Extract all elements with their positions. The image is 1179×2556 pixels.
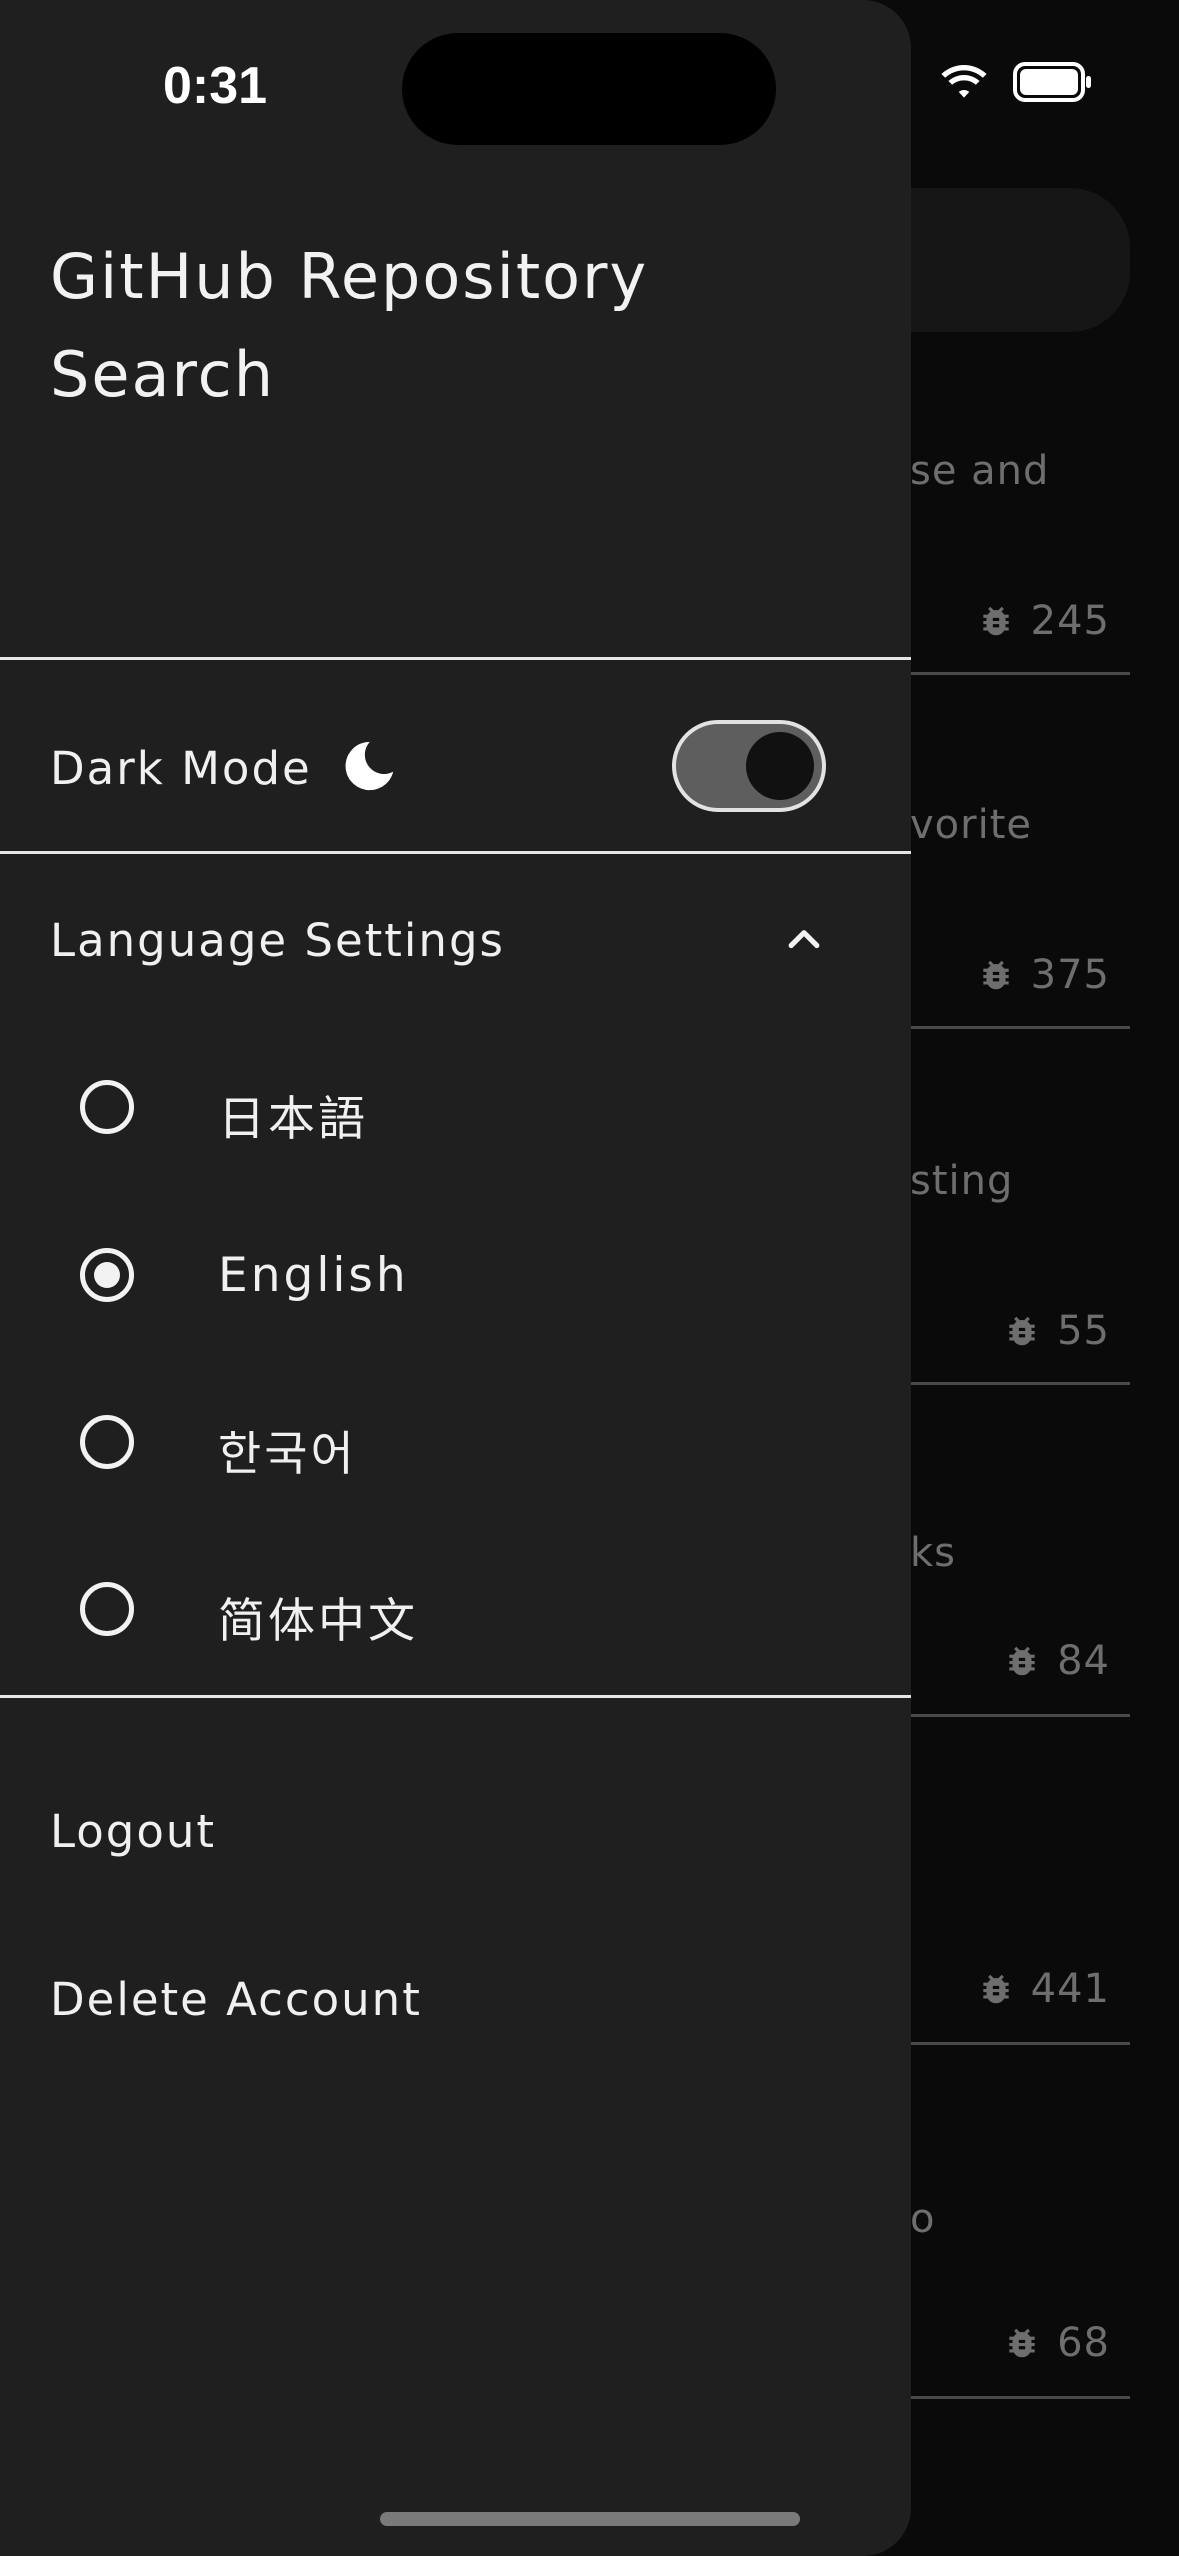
repo-description: ks bbox=[910, 1530, 957, 1576]
divider bbox=[0, 1695, 911, 1698]
moon-icon bbox=[345, 741, 394, 791]
divider bbox=[910, 1714, 1130, 1717]
bug-icon bbox=[1009, 1646, 1035, 1676]
radio-button[interactable] bbox=[80, 1080, 134, 1134]
language-option-japanese[interactable]: 日本語 bbox=[0, 1048, 911, 1168]
dark-mode-label: Dark Mode bbox=[50, 742, 312, 795]
dynamic-island bbox=[402, 33, 776, 145]
logout-button[interactable]: Logout bbox=[50, 1805, 216, 1858]
language-option-korean[interactable]: 한국어 bbox=[0, 1383, 911, 1503]
radio-button[interactable] bbox=[80, 1415, 134, 1469]
bug-icon bbox=[1009, 2328, 1035, 2358]
dark-mode-toggle[interactable] bbox=[672, 720, 826, 812]
language-option-english[interactable]: English bbox=[0, 1216, 911, 1336]
chevron-up-icon[interactable] bbox=[782, 918, 826, 962]
divider bbox=[0, 657, 911, 660]
language-option-chinese[interactable]: 简体中文 bbox=[0, 1550, 911, 1670]
issue-count: 68 bbox=[1003, 2320, 1110, 2366]
divider bbox=[910, 2396, 1130, 2399]
issue-count: 375 bbox=[977, 952, 1110, 998]
issue-count-value: 375 bbox=[1030, 952, 1110, 998]
repo-description: se and bbox=[910, 448, 1050, 494]
radio-button[interactable] bbox=[80, 1582, 134, 1636]
issue-count: 245 bbox=[977, 598, 1110, 644]
issue-count-value: 441 bbox=[1030, 1966, 1110, 2012]
issue-count-value: 84 bbox=[1057, 1638, 1110, 1684]
home-indicator bbox=[380, 2512, 800, 2526]
bug-icon bbox=[982, 1974, 1009, 2004]
screen: se and 245 vorite 375 sting 55 ks 84 441… bbox=[0, 0, 1179, 2556]
issue-count: 441 bbox=[977, 1966, 1110, 2012]
repo-description: sting bbox=[910, 1158, 1014, 1204]
bug-icon bbox=[1009, 1316, 1035, 1346]
issue-count: 84 bbox=[1003, 1638, 1110, 1684]
repo-description: o bbox=[910, 2196, 936, 2242]
wifi-icon bbox=[941, 65, 987, 98]
divider bbox=[910, 1382, 1130, 1385]
toggle-knob bbox=[746, 732, 814, 800]
bug-icon bbox=[982, 960, 1009, 990]
divider bbox=[0, 851, 911, 854]
language-option-label: English bbox=[218, 1248, 409, 1303]
navigation-drawer: 0:31 GitHub Repository Search Dark Mode … bbox=[0, 0, 911, 2556]
language-option-label: 日本語 bbox=[218, 1092, 368, 1147]
divider bbox=[910, 672, 1130, 675]
issue-count-value: 68 bbox=[1057, 2320, 1110, 2366]
divider bbox=[910, 1026, 1130, 1029]
language-settings-label: Language Settings bbox=[50, 914, 505, 967]
language-option-label: 한국어 bbox=[218, 1427, 357, 1482]
issue-count: 55 bbox=[1003, 1308, 1110, 1354]
delete-account-button[interactable]: Delete Account bbox=[50, 1973, 422, 2026]
bug-icon bbox=[982, 606, 1009, 636]
drawer-title: GitHub Repository Search bbox=[50, 240, 649, 411]
language-option-label: 简体中文 bbox=[218, 1594, 418, 1649]
issue-count-value: 55 bbox=[1057, 1308, 1110, 1354]
status-time: 0:31 bbox=[163, 57, 268, 115]
battery-icon bbox=[1013, 62, 1091, 102]
repo-description: vorite bbox=[910, 802, 1032, 848]
issue-count-value: 245 bbox=[1030, 598, 1110, 644]
radio-button-selected[interactable] bbox=[80, 1248, 134, 1302]
divider bbox=[910, 2042, 1130, 2045]
